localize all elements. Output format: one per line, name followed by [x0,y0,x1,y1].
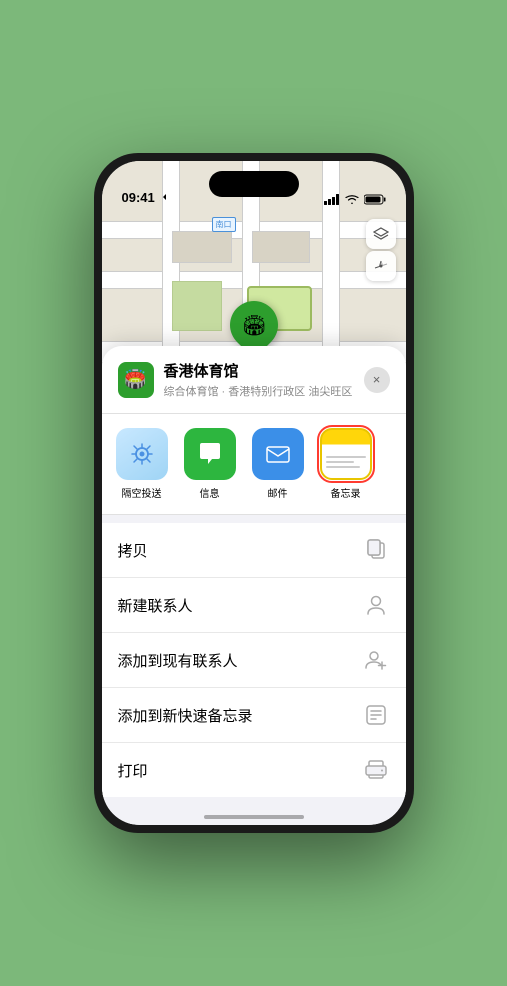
share-app-mail[interactable]: 邮件 [248,428,308,500]
action-copy[interactable]: 拷贝 [102,523,406,578]
bottom-sheet: 🏟️ 香港体育馆 综合体育馆 · 香港特别行政区 油尖旺区 × [102,346,406,825]
action-add-contact[interactable]: 添加到现有联系人 [102,633,406,688]
person-add-symbol [365,649,387,671]
action-print[interactable]: 打印 [102,743,406,797]
share-app-notes[interactable]: 备忘录 [316,428,376,500]
time-display: 09:41 [122,190,155,205]
share-app-messages[interactable]: 信息 [180,428,240,500]
layers-icon [373,227,389,241]
note-symbol [365,704,387,726]
compass-icon [374,259,388,273]
map-layers-btn[interactable] [366,219,396,249]
print-symbol [365,760,387,780]
person-add-icon [362,646,390,674]
share-apps-row: 隔空投送 信息 [102,414,406,515]
location-name: 香港体育馆 [164,360,354,381]
messages-icon [184,428,236,480]
dynamic-island [209,171,299,197]
status-time: 09:41 [122,190,167,205]
mail-symbol [263,439,293,469]
notes-icon [320,428,372,480]
add-note-label: 添加到新快速备忘录 [118,705,253,726]
location-arrow-icon [158,193,167,203]
phone-frame: 09:41 [94,153,414,833]
new-contact-label: 新建联系人 [118,595,193,616]
stadium-icon: 🏟 [241,313,266,338]
location-btn[interactable] [366,251,396,281]
more-icon-container [388,428,406,480]
share-app-more[interactable] [384,428,406,500]
wifi-icon [345,194,359,205]
action-add-note[interactable]: 添加到新快速备忘录 [102,688,406,743]
status-icons [324,194,386,205]
phone-screen: 09:41 [102,161,406,825]
location-header: 🏟️ 香港体育馆 综合体育馆 · 香港特别行政区 油尖旺区 × [102,346,406,414]
airdrop-icon [116,428,168,480]
person-symbol [366,594,386,616]
signal-icon [324,194,340,205]
notes-lines [322,452,370,473]
home-indicator-area [102,797,406,825]
location-info: 香港体育馆 综合体育馆 · 香港特别行政区 油尖旺区 [164,360,354,399]
location-icon: 🏟️ [118,362,154,398]
print-label: 打印 [118,760,148,781]
map-controls [366,219,396,281]
location-subtitle: 综合体育馆 · 香港特别行政区 油尖旺区 [164,383,354,399]
print-icon [362,756,390,784]
close-button[interactable]: × [364,367,390,393]
copy-label: 拷贝 [118,540,148,561]
action-new-contact[interactable]: 新建联系人 [102,578,406,633]
action-list: 拷贝 新建联系人 [102,523,406,797]
copy-symbol [366,539,386,561]
share-app-airdrop[interactable]: 隔空投送 [112,428,172,500]
add-contact-label: 添加到现有联系人 [118,650,238,671]
airdrop-symbol [127,439,157,469]
mail-label: 邮件 [268,485,288,500]
messages-label: 信息 [200,485,220,500]
person-icon [362,591,390,619]
battery-icon [364,194,386,205]
home-indicator [204,815,304,819]
notes-label: 备忘录 [331,485,361,500]
mail-icon [252,428,304,480]
airdrop-label: 隔空投送 [122,485,162,500]
messages-symbol [195,439,225,469]
copy-icon [362,536,390,564]
note-icon [362,701,390,729]
entrance-label: 南口 [212,217,236,232]
